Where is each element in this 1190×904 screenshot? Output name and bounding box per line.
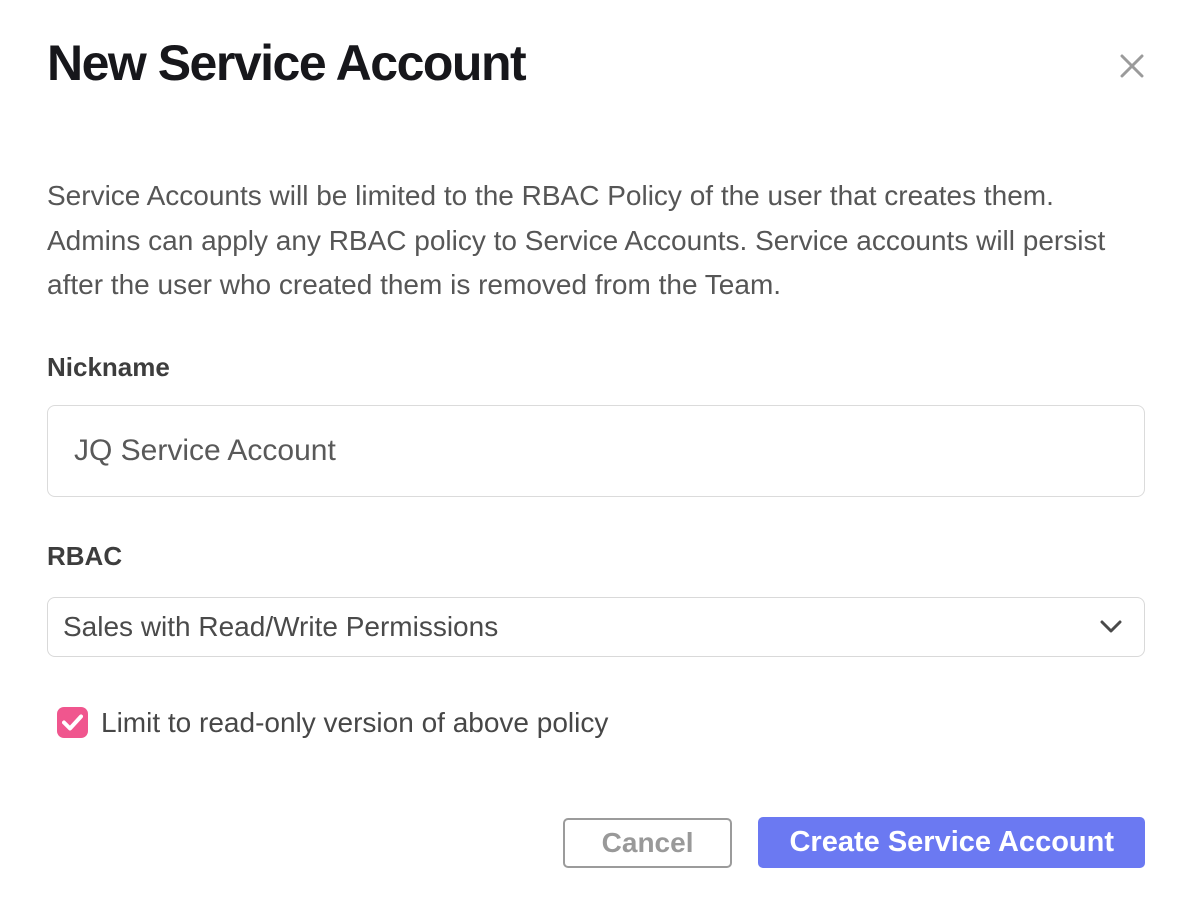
read-only-option-row: Limit to read-only version of above poli…: [57, 707, 1145, 739]
read-only-checkbox[interactable]: [57, 707, 88, 738]
check-icon: [62, 714, 83, 731]
modal-footer: Cancel Create Service Account: [563, 817, 1145, 868]
rbac-selected-value: Sales with Read/Write Permissions: [63, 611, 498, 643]
modal-description: Service Accounts will be limited to the …: [47, 174, 1145, 308]
modal-title: New Service Account: [47, 36, 1145, 90]
close-icon: [1118, 52, 1146, 80]
chevron-down-icon: [1100, 620, 1122, 634]
rbac-label: RBAC: [47, 541, 1145, 571]
nickname-label: Nickname: [47, 352, 1145, 382]
rbac-select[interactable]: Sales with Read/Write Permissions: [47, 597, 1145, 657]
new-service-account-modal: New Service Account Service Accounts wil…: [0, 0, 1190, 904]
create-service-account-button[interactable]: Create Service Account: [758, 817, 1145, 868]
close-button[interactable]: [1116, 50, 1148, 82]
cancel-button[interactable]: Cancel: [563, 818, 733, 868]
read-only-checkbox-label[interactable]: Limit to read-only version of above poli…: [101, 707, 608, 739]
nickname-input[interactable]: [47, 405, 1145, 497]
